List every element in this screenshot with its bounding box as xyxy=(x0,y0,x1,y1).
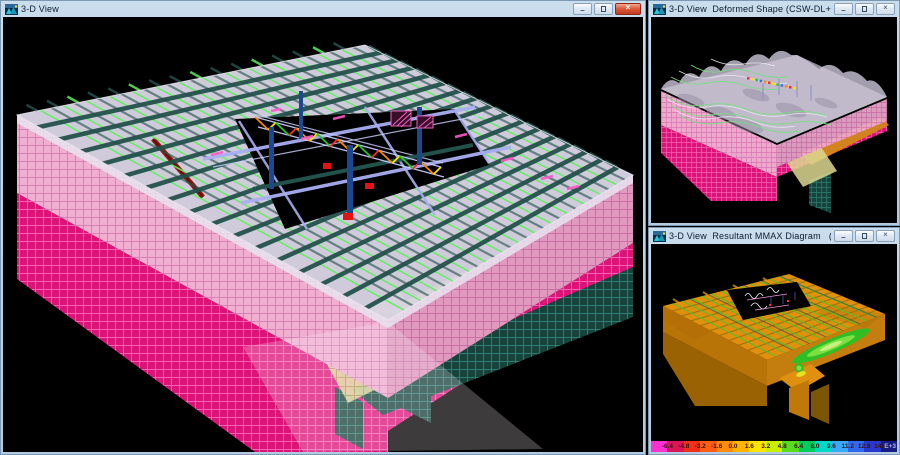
legend-color-cell xyxy=(881,441,897,452)
minimize-icon: – xyxy=(580,7,584,15)
legend-color-cell xyxy=(651,441,667,452)
restore-icon xyxy=(862,233,867,239)
titlebar-mmax-diagram[interactable]: 3-D View Resultant MMAX Diagram (CSW-DL+… xyxy=(651,228,897,244)
3d-view-window-icon xyxy=(653,231,666,242)
close-icon: × xyxy=(883,231,888,239)
titlebar-3d-view[interactable]: 3-D View – × xyxy=(3,1,643,17)
3d-view-window-icon xyxy=(5,4,18,15)
legend-color-cell xyxy=(749,441,765,452)
legend-color-cell xyxy=(684,441,700,452)
minimize-icon: – xyxy=(841,7,845,15)
minimize-button[interactable]: – xyxy=(834,3,853,15)
window-deformed-shape: 3-D View Deformed Shape (CSW-DL+Qx) – × xyxy=(648,0,900,226)
window-mmax-diagram: 3-D View Resultant MMAX Diagram (CSW-DL+… xyxy=(648,227,900,455)
window-controls: – × xyxy=(834,3,895,15)
legend-color-cell xyxy=(700,441,716,452)
viewport-deformed-shape[interactable] xyxy=(651,17,897,223)
viewport-mmax-diagram[interactable]: -6.4-4.8-3.2-1.60.01.63.24.86.48.09.611.… xyxy=(651,244,897,452)
close-button[interactable]: × xyxy=(876,3,895,15)
deformed-shape-scene xyxy=(651,17,897,223)
legend-color-cell xyxy=(667,441,683,452)
restore-button[interactable] xyxy=(594,3,613,15)
legend-color-cell xyxy=(782,441,798,452)
window-controls: – × xyxy=(573,3,641,15)
window-3d-view: 3-D View – × xyxy=(0,0,646,455)
legend-color-cell xyxy=(815,441,831,452)
legend-color-cell xyxy=(717,441,733,452)
legend-color-cell xyxy=(848,441,864,452)
3d-model-scene xyxy=(3,17,643,452)
window-title: 3-D View Deformed Shape (CSW-DL+Qx) xyxy=(669,4,831,14)
restore-button[interactable] xyxy=(855,3,874,15)
viewport-3d-model[interactable] xyxy=(3,17,643,452)
legend-color-cell xyxy=(799,441,815,452)
minimize-button[interactable]: – xyxy=(834,230,853,242)
close-button[interactable]: × xyxy=(615,3,641,15)
window-controls: – × xyxy=(834,230,895,242)
window-title: 3-D View Resultant MMAX Diagram (CSW-DL+… xyxy=(669,231,831,241)
restore-button[interactable] xyxy=(855,230,874,242)
legend-color-cell xyxy=(864,441,880,452)
mmax-diagram-scene xyxy=(651,244,897,440)
contour-legend xyxy=(651,441,897,452)
minimize-icon: – xyxy=(841,234,845,242)
3d-view-window-icon xyxy=(653,4,666,15)
titlebar-deformed-shape[interactable]: 3-D View Deformed Shape (CSW-DL+Qx) – × xyxy=(651,1,897,17)
close-icon: × xyxy=(626,4,631,12)
minimize-button[interactable]: – xyxy=(573,3,592,15)
close-button[interactable]: × xyxy=(876,230,895,242)
legend-color-cell xyxy=(831,441,847,452)
restore-icon xyxy=(601,6,606,12)
restore-icon xyxy=(862,6,867,12)
legend-color-cell xyxy=(733,441,749,452)
window-title: 3-D View xyxy=(21,4,570,14)
close-icon: × xyxy=(883,4,888,12)
legend-color-cell xyxy=(766,441,782,452)
